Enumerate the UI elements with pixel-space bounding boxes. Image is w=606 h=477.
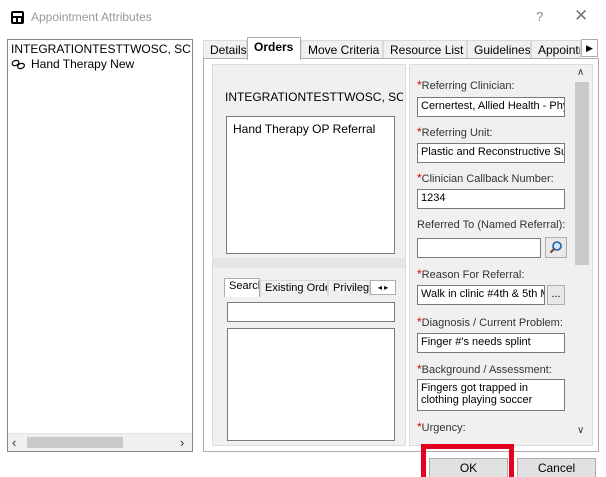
label-text: Referred To (Named Referral): [417, 219, 566, 231]
tab-move-criteria[interactable]: Move Criteria [301, 40, 383, 59]
patient-name[interactable]: INTEGRATIONTESTTWOSC, SCENARIO [11, 42, 191, 56]
callback-number-field[interactable]: 1234 [417, 189, 565, 209]
orders-patient-header: INTEGRATIONTESTTWOSC, SCENARIO [225, 90, 403, 104]
diagnosis-field[interactable]: Finger #'s needs splint [417, 333, 565, 353]
referring-unit-select[interactable]: Plastic and Reconstructive Surgery⌄ [417, 143, 565, 163]
tree-item-label: Hand Therapy New [29, 57, 137, 71]
referring-clinician-label: *Referring Clinician: [417, 78, 515, 92]
orders-list: Hand Therapy OP Referral [226, 116, 395, 254]
highlight-annotation [421, 444, 514, 477]
scroll-right-icon[interactable]: › [180, 435, 184, 450]
referred-to-field[interactable] [417, 238, 541, 258]
subtab-scroll-icon[interactable]: ◂ ▸ [370, 280, 396, 295]
tab-scroll-right-icon[interactable]: ▶ [581, 39, 598, 57]
lookup-button[interactable] [545, 237, 567, 258]
callback-number-label: *Clinician Callback Number: [417, 171, 554, 185]
appointment-tree-pane: INTEGRATIONTESTTWOSC, SCENARIO Hand Ther… [7, 39, 193, 452]
window-title: Appointment Attributes [31, 10, 152, 24]
scroll-thumb[interactable] [575, 82, 589, 265]
order-sub-tabs: Search Existing Orders Privileges ◂ ▸ [224, 278, 399, 297]
background-label: *Background / Assessment: [417, 362, 552, 376]
magnifier-icon [549, 241, 562, 254]
app-dialog-icon [11, 11, 24, 24]
urgency-label: *Urgency: [417, 420, 466, 434]
label-text: Reason For Referral: [421, 269, 525, 281]
order-details-form: *Referring Clinician: Cernertest, Allied… [409, 64, 593, 446]
orders-panel: INTEGRATIONTESTTWOSC, SCENARIO Hand Ther… [203, 58, 599, 452]
referring-unit-label: *Referring Unit: [417, 125, 493, 139]
diagnosis-label: *Diagnosis / Current Problem: [417, 315, 563, 329]
label-text: Referring Unit: [421, 127, 493, 139]
orders-list-section: INTEGRATIONTESTTWOSC, SCENARIO Hand Ther… [212, 64, 406, 446]
tab-guidelines[interactable]: Guidelines [467, 40, 531, 59]
vertical-scrollbar[interactable]: ∧ ∨ [572, 65, 592, 445]
scroll-up-icon[interactable]: ∧ [577, 67, 584, 78]
tab-bar: Details Orders Move Criteria Resource Li… [203, 37, 604, 60]
close-icon[interactable]: ✕ [574, 6, 588, 26]
label-text: Referring Clinician: [421, 80, 515, 92]
title-bar: Appointment Attributes ? ✕ [0, 0, 606, 34]
label-text: Urgency: [421, 422, 466, 434]
label-text: Clinician Callback Number: [421, 173, 554, 185]
search-results-list [227, 328, 395, 441]
tab-resource-list[interactable]: Resource List [383, 40, 467, 59]
tree-item-hand-therapy[interactable]: Hand Therapy New [9, 57, 191, 73]
select-value: Plastic and Reconstructive Surgery [421, 146, 564, 158]
order-search-input[interactable] [227, 302, 395, 322]
scroll-thumb[interactable] [27, 437, 123, 448]
tab-privileges[interactable]: Privileges [328, 280, 370, 297]
referred-to-label: Referred To (Named Referral): [417, 219, 565, 231]
pane-splitter[interactable] [213, 258, 405, 268]
list-item[interactable]: Hand Therapy OP Referral [233, 122, 375, 136]
reason-field[interactable]: Walk in clinic #4th & 5th MC [417, 285, 545, 305]
reason-label: *Reason For Referral: [417, 267, 524, 281]
chevron-down-icon: ⌄ [553, 145, 562, 156]
tab-existing-orders[interactable]: Existing Orders [260, 280, 328, 297]
tab-orders[interactable]: Orders [247, 37, 301, 60]
label-text: Diagnosis / Current Problem: [421, 317, 563, 329]
tab-appointment[interactable]: Appointment [531, 40, 581, 59]
scroll-down-icon[interactable]: ∨ [577, 425, 584, 436]
tab-details[interactable]: Details [203, 40, 247, 59]
cancel-button[interactable]: Cancel [517, 458, 596, 477]
background-field[interactable]: Fingers got trapped in clothing playing … [417, 379, 565, 411]
label-text: Background / Assessment: [421, 364, 552, 376]
link-chain-icon [11, 59, 26, 73]
tab-search[interactable]: Search [224, 278, 260, 297]
ellipsis-button[interactable]: ... [547, 285, 565, 305]
help-button[interactable]: ? [536, 9, 543, 24]
horizontal-scrollbar[interactable]: ‹ › [8, 433, 192, 451]
referring-clinician-field[interactable]: Cernertest, Allied Health - Physiotherap… [417, 97, 565, 117]
scroll-left-icon[interactable]: ‹ [12, 435, 16, 450]
